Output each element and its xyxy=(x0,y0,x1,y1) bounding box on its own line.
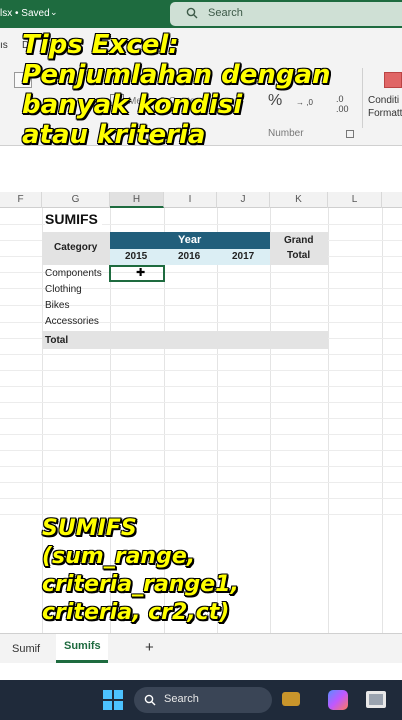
column-header-i[interactable]: I xyxy=(164,192,217,208)
grid-line xyxy=(0,370,402,371)
overlay-formula-line: (sum_range, xyxy=(42,544,196,569)
chevron-down-icon[interactable]: ⌄ xyxy=(50,7,58,18)
overlay-formula-line: criteria_range1, xyxy=(42,572,239,597)
status-bar xyxy=(0,663,402,680)
year-header: Year xyxy=(178,234,202,246)
year-2017[interactable]: 2017 xyxy=(232,251,254,262)
overlay-formula-line: SUMIFS xyxy=(42,516,137,541)
taskbar-search-label: Search xyxy=(164,693,199,705)
grid-line xyxy=(0,434,402,435)
search-box[interactable]: Search xyxy=(170,2,402,26)
grid-line xyxy=(0,402,402,403)
grid-line xyxy=(0,418,402,419)
column-header-k[interactable]: K xyxy=(270,192,328,208)
category-header-cell[interactable]: Category xyxy=(42,232,110,265)
sheet-tab-sumifs[interactable]: Sumifs xyxy=(56,634,108,663)
dialog-launcher-icon[interactable] xyxy=(346,130,354,138)
grid-line xyxy=(0,354,402,355)
column-header-f[interactable]: F xyxy=(0,192,42,208)
total-label: Total xyxy=(45,335,69,346)
column-header-l[interactable]: L xyxy=(328,192,382,208)
cursor-plus-icon: ✚ xyxy=(136,267,146,279)
grand-total-header-cell[interactable]: Grand Total xyxy=(270,232,328,265)
year-2015[interactable]: 2015 xyxy=(125,251,147,262)
grid-line xyxy=(0,482,402,483)
category-components[interactable]: Components xyxy=(45,268,102,279)
overlay-title-line: Penjumlahan dengan xyxy=(22,60,331,90)
taskbar: Search xyxy=(0,680,402,720)
search-placeholder: Search xyxy=(208,7,243,19)
overlay-title-line: atau kriteria xyxy=(22,120,206,150)
grand-total-header-line: Total xyxy=(287,250,311,261)
column-header-j[interactable]: J xyxy=(217,192,270,208)
tab-s[interactable]: ıs xyxy=(0,40,8,51)
grand-total-header-line: Grand xyxy=(284,235,314,246)
grid-line xyxy=(0,450,402,451)
year-2016[interactable]: 2016 xyxy=(178,251,200,262)
sheet-tab-sumif[interactable]: Sumif xyxy=(12,643,40,655)
conditional-formatting-label[interactable]: Conditi Formatt xyxy=(368,94,402,120)
copilot-icon[interactable] xyxy=(328,690,348,710)
search-icon xyxy=(186,7,198,19)
conditional-formatting-icon[interactable] xyxy=(384,72,402,88)
sheet-tab-sumifs-label: Sumifs xyxy=(64,640,101,652)
year-header-cell[interactable]: Year xyxy=(110,232,270,249)
ribbon-divider xyxy=(362,68,363,128)
sheet-tabs-bar: Sumif Sumifs + xyxy=(0,633,402,663)
file-name[interactable]: lsx • Saved xyxy=(0,8,50,19)
search-icon xyxy=(144,694,156,706)
title-bar: lsx • Saved ⌄ Search xyxy=(0,0,402,28)
overlay-title-line: Tips Excel: xyxy=(22,30,179,60)
total-row[interactable] xyxy=(42,331,328,349)
category-header: Category xyxy=(54,242,98,253)
widgets-icon[interactable] xyxy=(282,692,300,706)
file-explorer-icon[interactable] xyxy=(366,691,386,708)
sheet-heading[interactable]: SUMIFS xyxy=(45,211,102,227)
taskbar-search[interactable]: Search xyxy=(134,687,300,713)
overlay-formula: SUMIFS (sum_range, criteria_range1, crit… xyxy=(42,515,239,627)
overlay-title-line: banyak kondisi xyxy=(22,90,243,120)
overlay-formula-line: criteria, cr2,ct) xyxy=(42,600,230,625)
column-header-h[interactable]: H xyxy=(110,192,164,208)
category-accessories[interactable]: Accessories xyxy=(45,316,99,327)
windows-start-icon[interactable] xyxy=(103,690,123,710)
grid-line xyxy=(0,386,402,387)
category-bikes[interactable]: Bikes xyxy=(45,300,69,311)
overlay-title: Tips Excel: Penjumlahan dengan banyak ko… xyxy=(22,30,331,150)
add-sheet-button[interactable]: + xyxy=(145,639,154,656)
grid-line xyxy=(0,498,402,499)
decrease-decimal-icon[interactable]: .0 .00 xyxy=(336,94,349,114)
column-headers: F G H I J K L xyxy=(0,192,402,208)
column-header-g[interactable]: G xyxy=(42,192,110,208)
grid-line xyxy=(0,466,402,467)
category-clothing[interactable]: Clothing xyxy=(45,284,82,295)
